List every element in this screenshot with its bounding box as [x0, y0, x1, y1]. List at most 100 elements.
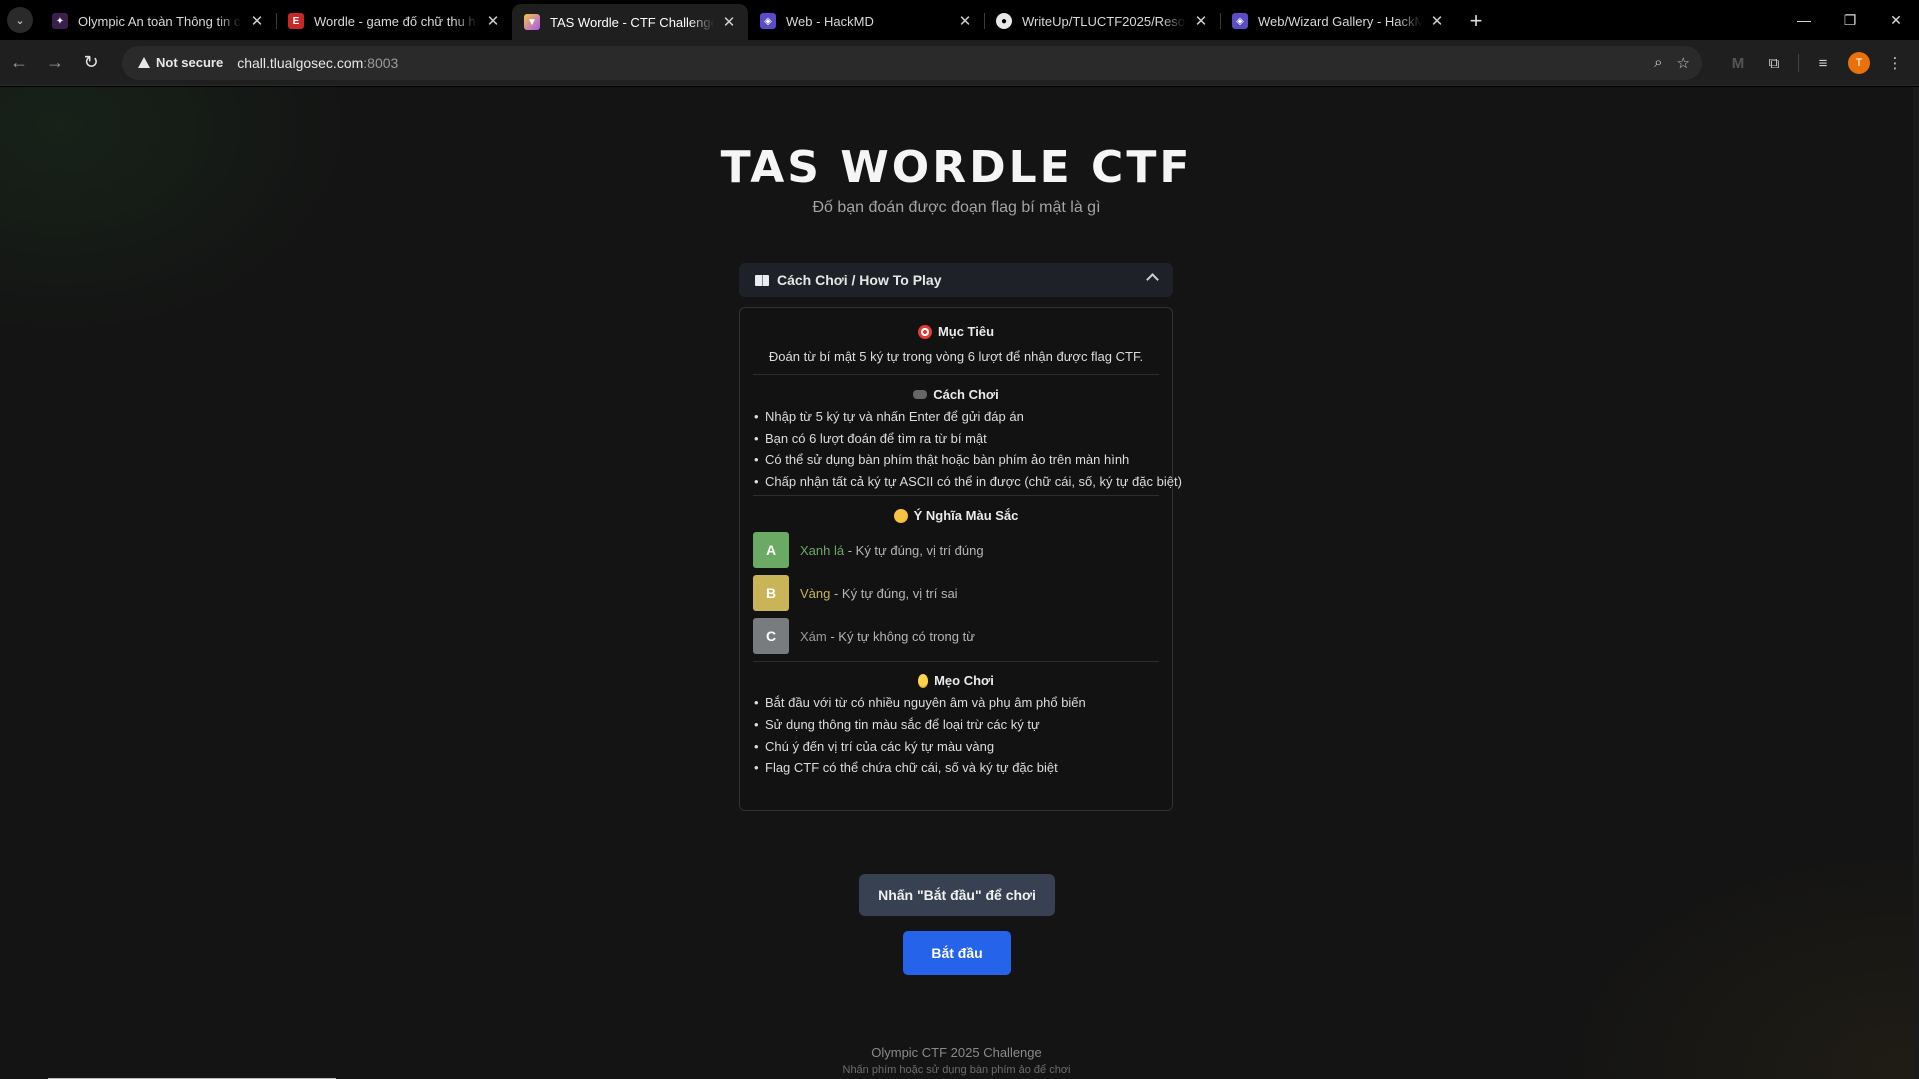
toolbar-divider	[1798, 54, 1799, 72]
tab-github-writeup[interactable]: ● WriteUp/TLUCTF2025/Resource ✕	[984, 4, 1220, 38]
list-item: Bắt đầu với từ có nhiều nguyên âm và phụ…	[753, 692, 1159, 714]
back-arrow-icon[interactable]: ←	[2, 46, 36, 80]
goal-heading: Mục Tiêu	[753, 324, 1159, 339]
close-icon[interactable]: ✕	[720, 13, 738, 31]
tab-title: Web - HackMD	[786, 13, 874, 29]
tile-yellow: B	[753, 575, 789, 612]
olympic-favicon-icon: ✦	[52, 13, 68, 29]
lightbulb-icon	[918, 673, 929, 688]
tab-olympic[interactable]: ✦ Olympic An toàn Thông tin cấp ✕	[40, 4, 276, 38]
rules-list: Nhập từ 5 ký tự và nhấn Enter để gửi đáp…	[753, 406, 1182, 493]
tips-list: Bắt đầu với từ có nhiều nguyên âm và phụ…	[753, 692, 1159, 778]
security-label: Not secure	[156, 55, 224, 70]
page-title: TAS WORDLE CTF	[720, 142, 1193, 193]
extension-m-icon[interactable]: M	[1722, 47, 1754, 79]
legend-color-name: Vàng	[800, 585, 831, 601]
footer-title: Olympic CTF 2025 Challenge	[871, 1045, 1042, 1060]
color-legend-row-present: B Vàng - Ký tự đúng, vị trí sai	[753, 575, 1159, 612]
legend-desc: - Ký tự đúng, vị trí đúng	[844, 542, 984, 558]
legend-color-name: Xám	[800, 628, 827, 644]
start-hint-label: Nhấn "Bắt đầu" để chơi	[859, 874, 1055, 916]
list-item: Nhập từ 5 ký tự và nhấn Enter để gửi đáp…	[753, 406, 1159, 428]
forward-arrow-icon[interactable]: →	[38, 46, 72, 80]
reload-icon[interactable]: ↻	[74, 46, 108, 80]
restore-icon[interactable]: ❐	[1827, 0, 1873, 40]
gamepad-icon	[913, 390, 928, 399]
list-item: Chú ý đến vị trí của các ký tự màu vàng	[753, 736, 1159, 758]
warning-icon	[138, 57, 150, 68]
hackmd-favicon-icon: ◈	[1232, 13, 1248, 29]
tips-heading: Mẹo Chơi	[753, 673, 1159, 688]
start-button[interactable]: Bắt đầu	[903, 931, 1011, 975]
divider	[753, 661, 1159, 663]
chevron-down-icon: ⌄	[7, 7, 33, 33]
colors-heading: Ý Nghĩa Màu Sắc	[753, 508, 1159, 523]
browser-toolbar: ← → ↻ Not secure chall.tlualgosec.com:80…	[0, 40, 1919, 86]
palette-icon	[893, 508, 908, 523]
close-icon[interactable]: ✕	[1192, 12, 1210, 30]
target-icon	[917, 324, 932, 339]
footer-note: Nhấn phím hoặc sử dụng bàn phím ảo để ch…	[842, 1064, 1071, 1076]
bookmark-star-icon[interactable]: ☆	[1677, 54, 1690, 72]
tab-title: TAS Wordle - CTF Challenge	[550, 14, 714, 30]
tab-title: WriteUp/TLUCTF2025/Resource	[1022, 13, 1186, 29]
avatar: T	[1848, 52, 1870, 74]
url-port: :8003	[363, 54, 399, 71]
close-icon[interactable]: ✕	[956, 12, 974, 30]
tile-gray: C	[753, 618, 789, 655]
list-item: Bạn có 6 lượt đoán để tìm ra từ bí mật	[753, 428, 1159, 450]
book-icon	[755, 274, 769, 286]
list-item: Chấp nhận tất cả ký tự ASCII có thể in đ…	[753, 471, 1182, 493]
rules-heading: Cách Chơi	[753, 387, 1159, 402]
page-viewport: TAS WORDLE CTF Đố bạn đoán được đoạn fla…	[0, 87, 1919, 1079]
legend-text: Vàng - Ký tự đúng, vị trí sai	[800, 586, 958, 601]
address-bar[interactable]: Not secure chall.tlualgosec.com:8003 ⌕ ☆	[122, 45, 1702, 80]
menu-kebab-icon[interactable]: ⋮	[1879, 47, 1911, 79]
howto-header-label: Cách Chơi / How To Play	[777, 272, 942, 288]
howto-panel: Mục Tiêu Đoán từ bí mật 5 ký tự trong vò…	[739, 307, 1182, 811]
legend-desc: - Ký tự đúng, vị trí sai	[830, 585, 958, 601]
github-favicon-icon: ●	[996, 13, 1012, 29]
legend-text: Xám - Ký tự không có trong từ	[800, 629, 975, 644]
tab-wordle-game[interactable]: E Wordle - game đố chữ thu hút ✕	[276, 4, 512, 38]
tab-title: Web/Wizard Gallery - HackMD	[1258, 13, 1422, 29]
close-icon[interactable]: ✕	[1428, 12, 1446, 30]
close-window-icon[interactable]: ✕	[1873, 0, 1919, 40]
close-icon[interactable]: ✕	[248, 12, 266, 30]
color-legend-row-absent: C Xám - Ký tự không có trong từ	[753, 618, 1159, 655]
close-icon[interactable]: ✕	[484, 12, 502, 30]
url-text[interactable]: chall.tlualgosec.com:8003	[237, 55, 398, 71]
color-legend: A Xanh lá - Ký tự đúng, vị trí đúng B Và…	[753, 532, 1159, 655]
page-subtitle: Đố bạn đoán được đoạn flag bí mật là gì	[812, 199, 1101, 216]
legend-text: Xanh lá - Ký tự đúng, vị trí đúng	[800, 543, 984, 558]
wordle-shield-favicon-icon: ▼	[524, 14, 540, 30]
zoom-icon[interactable]: ⌕	[1654, 54, 1662, 72]
tab-title: Wordle - game đố chữ thu hút	[314, 13, 478, 29]
window-controls: — ❐ ✕	[1781, 0, 1919, 40]
minimize-icon[interactable]: —	[1781, 0, 1827, 40]
tab-strip: ⌄ ✦ Olympic An toàn Thông tin cấp ✕ E Wo…	[0, 0, 1919, 40]
howto-toggle[interactable]: Cách Chơi / How To Play	[739, 263, 1173, 297]
color-legend-row-correct: A Xanh lá - Ký tự đúng, vị trí đúng	[753, 532, 1159, 569]
divider	[753, 495, 1159, 497]
tips-title: Mẹo Chơi	[934, 673, 994, 689]
legend-desc: - Ký tự không có trong từ	[826, 628, 975, 644]
profile-button[interactable]: T	[1843, 47, 1875, 79]
tab-title: Olympic An toàn Thông tin cấp	[78, 13, 242, 29]
url-host: chall.tlualgosec.com	[237, 54, 364, 71]
goal-title: Mục Tiêu	[937, 324, 995, 339]
colors-title: Ý Nghĩa Màu Sắc	[913, 508, 1019, 524]
extensions-puzzle-icon[interactable]: ⧉	[1758, 47, 1790, 79]
media-controls-icon[interactable]: ≡	[1807, 47, 1839, 79]
tab-hackmd-web[interactable]: ◈ Web - HackMD ✕	[748, 4, 984, 38]
tab-hackmd-wizard[interactable]: ◈ Web/Wizard Gallery - HackMD ✕	[1220, 4, 1456, 38]
hackmd-favicon-icon: ◈	[760, 13, 776, 29]
scrollbar[interactable]	[1913, 87, 1919, 1079]
security-indicator[interactable]: Not secure	[130, 50, 233, 76]
new-tab-button[interactable]: +	[1460, 4, 1492, 38]
list-item: Flag CTF có thể chứa chữ cái, số và ký t…	[753, 757, 1159, 779]
list-item: Sử dụng thông tin màu sắc để loại trừ cá…	[753, 714, 1159, 736]
tab-tas-wordle[interactable]: ▼ TAS Wordle - CTF Challenge ✕	[512, 4, 748, 40]
wordle-favicon-icon: E	[288, 13, 304, 29]
tab-search-button[interactable]: ⌄	[0, 0, 40, 40]
